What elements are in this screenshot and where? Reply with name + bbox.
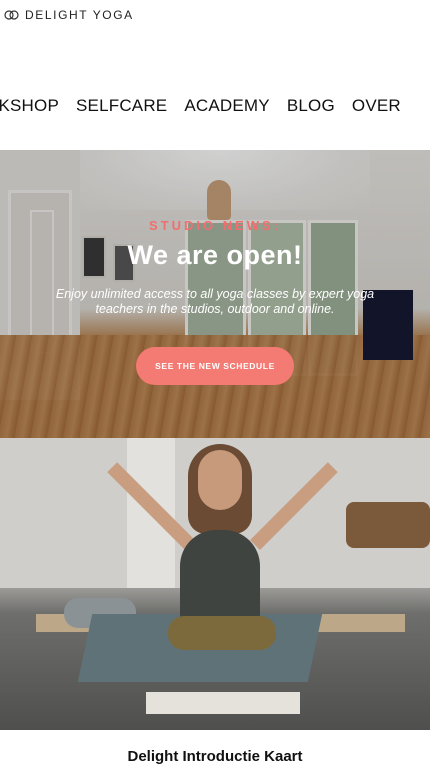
site-header: DELIGHT YOGA RKSHOP SELFCARE ACADEMY BLO… [0, 0, 430, 150]
main-nav: RKSHOP SELFCARE ACADEMY BLOG OVER [0, 96, 401, 116]
nav-item-workshop[interactable]: RKSHOP [0, 96, 59, 116]
hero-banner: STUDIO NEWS: We are open! Enjoy unlimite… [0, 150, 430, 438]
see-schedule-button[interactable]: SEE THE NEW SCHEDULE [136, 347, 294, 385]
nav-item-over[interactable]: OVER [352, 96, 401, 116]
sofa [346, 502, 430, 548]
nav-item-academy[interactable]: ACADEMY [184, 96, 269, 116]
yoga-class-photo[interactable] [0, 438, 430, 730]
nav-item-selfcare[interactable]: SELFCARE [76, 96, 167, 116]
notebook [146, 692, 300, 714]
card-title[interactable]: Delight Introductie Kaart [0, 748, 430, 765]
logo[interactable]: DELIGHT YOGA [4, 8, 134, 22]
nav-item-blog[interactable]: BLOG [287, 96, 335, 116]
logo-text: DELIGHT YOGA [25, 8, 134, 22]
hero-description: Enjoy unlimited access to all yoga class… [55, 287, 375, 316]
hero-kicker: STUDIO NEWS: [148, 218, 282, 233]
logo-rings-icon [4, 10, 20, 20]
hero-title: We are open! [127, 240, 303, 270]
